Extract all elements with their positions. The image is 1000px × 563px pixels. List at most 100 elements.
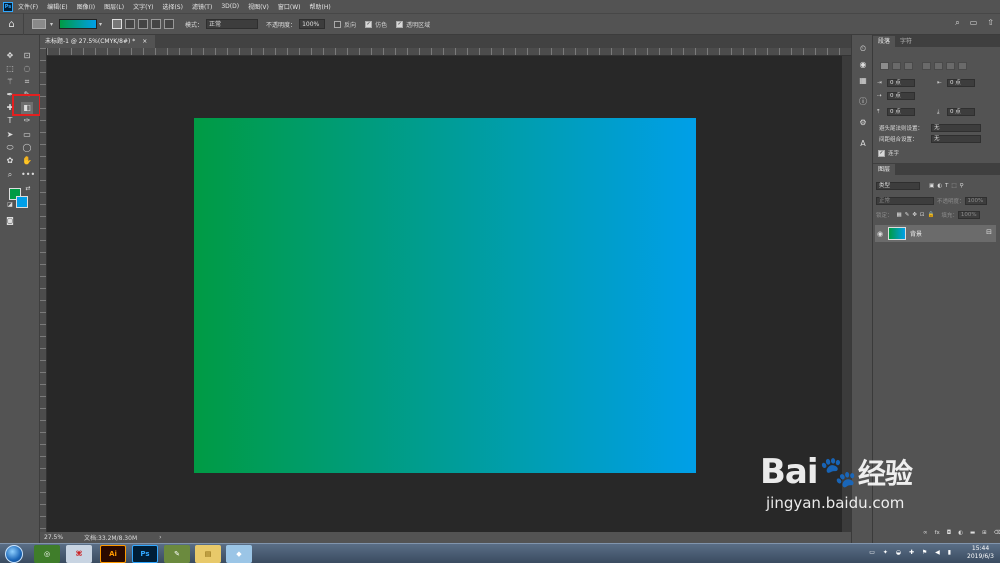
avoid-select[interactable]: 无 bbox=[931, 124, 981, 132]
lasso-tool-icon[interactable]: ◌ bbox=[21, 63, 33, 75]
artboard-tool-icon[interactable]: ⊡ bbox=[21, 50, 33, 62]
canvas-area[interactable] bbox=[47, 56, 842, 532]
illustrator-icon[interactable]: Ai bbox=[100, 545, 126, 563]
type-tool-icon[interactable]: T bbox=[4, 115, 16, 127]
pdf-icon[interactable]: ⌘ bbox=[66, 545, 92, 563]
folder-icon[interactable]: ▤ bbox=[195, 545, 221, 563]
space-after-input[interactable]: 0 点 bbox=[947, 108, 975, 116]
document-canvas[interactable] bbox=[194, 118, 696, 473]
browser-icon[interactable]: ◎ bbox=[34, 545, 60, 563]
indent-first-input[interactable]: 0 点 bbox=[887, 92, 915, 100]
blend-mode-select[interactable]: 正常 bbox=[876, 197, 934, 205]
zoom-tool-icon[interactable]: ⌕ bbox=[4, 169, 16, 181]
clock[interactable]: 15:44 2019/6/3 bbox=[967, 545, 994, 561]
opacity-input[interactable]: 100% bbox=[299, 19, 326, 29]
hand-tool-icon[interactable]: ✋ bbox=[21, 155, 33, 167]
rotate-view-tool-icon[interactable]: ◯ bbox=[21, 142, 33, 154]
layer-filter-select[interactable]: 类型 bbox=[876, 182, 920, 190]
more-tools-icon[interactable]: ••• bbox=[21, 169, 35, 181]
mode-select[interactable]: 正常 bbox=[206, 19, 259, 29]
status-arrow-icon[interactable]: › bbox=[159, 534, 161, 541]
gradient-picker[interactable] bbox=[59, 19, 98, 29]
reverse-checkbox[interactable] bbox=[334, 20, 342, 28]
move-tool-icon[interactable]: ✥ bbox=[4, 50, 16, 62]
menu-edit[interactable]: 编辑(E) bbox=[47, 2, 67, 11]
search-icon[interactable]: ⌕ bbox=[955, 18, 959, 28]
menu-window[interactable]: 窗口(W) bbox=[278, 2, 301, 11]
swap-colors-icon[interactable]: ⇄ bbox=[22, 183, 34, 195]
app-icon-2[interactable]: ◆ bbox=[226, 545, 252, 563]
tray-icons[interactable]: ▭ ✦ ◒ ✚ ⚑ ◀ ▮ bbox=[869, 549, 954, 556]
start-button[interactable] bbox=[5, 544, 23, 563]
properties-icon[interactable]: ⚙ bbox=[857, 117, 869, 129]
align-center-button[interactable] bbox=[892, 62, 901, 70]
new-layer-icon[interactable]: ⊞ bbox=[982, 530, 987, 536]
menu-image[interactable]: 图像(I) bbox=[77, 2, 95, 11]
indent-right-input[interactable]: 0 点 bbox=[947, 79, 975, 87]
justify-all-button[interactable] bbox=[958, 62, 967, 70]
menu-view[interactable]: 视图(V) bbox=[248, 2, 269, 11]
marquee-tool-icon[interactable]: ⬚ bbox=[4, 63, 16, 75]
default-colors-icon[interactable]: ◪ bbox=[4, 199, 16, 211]
layer-filter-icons[interactable]: ▣◐T⬚⚲ bbox=[929, 183, 967, 189]
character-icon[interactable]: A bbox=[857, 138, 869, 150]
indent-left-input[interactable]: 0 点 bbox=[887, 79, 915, 87]
photoshop-taskbar-icon[interactable]: Ps bbox=[132, 545, 158, 563]
history-icon[interactable]: ⏲ bbox=[857, 43, 869, 55]
justify-left-button[interactable] bbox=[922, 62, 931, 70]
path-select-tool-icon[interactable]: ➤ bbox=[4, 129, 16, 141]
color-icon[interactable]: ◉ bbox=[857, 59, 869, 71]
hyphenate-checkbox[interactable]: ✓ bbox=[878, 149, 885, 157]
layer-name[interactable]: 背景 bbox=[910, 229, 922, 238]
radial-gradient-button[interactable] bbox=[125, 19, 136, 29]
tool-preset-picker[interactable] bbox=[32, 19, 46, 29]
gradient-dropdown-icon[interactable]: ▾ bbox=[99, 21, 102, 28]
trash-icon[interactable]: ⌫ bbox=[994, 530, 1000, 536]
menu-layer[interactable]: 图层(L) bbox=[104, 2, 124, 11]
tab-document[interactable]: 未标题-1 @ 27.5%(CMYK/8#) * × bbox=[40, 35, 156, 48]
menu-filter[interactable]: 滤镜(T) bbox=[192, 2, 212, 11]
ellipse-tool-icon[interactable]: ⬭ bbox=[4, 142, 16, 154]
group-icon[interactable]: ▬ bbox=[970, 530, 975, 536]
linear-gradient-button[interactable] bbox=[112, 19, 123, 29]
menu-3d[interactable]: 3D(D) bbox=[221, 3, 239, 10]
align-right-button[interactable] bbox=[904, 62, 913, 70]
dither-checkbox[interactable]: ✓ bbox=[365, 20, 373, 28]
workspace-icon[interactable]: ▭ bbox=[970, 18, 978, 28]
layer-opacity-input[interactable]: 100% bbox=[964, 197, 987, 205]
background-color-swatch[interactable] bbox=[16, 196, 28, 208]
menu-file[interactable]: 文件(F) bbox=[18, 2, 38, 11]
lock-icons[interactable]: ▦✎✥⊡🔒 bbox=[897, 212, 938, 218]
justify-right-button[interactable] bbox=[946, 62, 955, 70]
rectangle-tool-icon[interactable]: ▭ bbox=[21, 129, 33, 141]
magic-wand-tool-icon[interactable]: ⚚ bbox=[4, 76, 16, 88]
quick-mask-icon[interactable]: ◙ bbox=[4, 215, 16, 227]
info-icon[interactable]: ⓘ bbox=[857, 96, 869, 108]
layer-row-background[interactable]: ◉ 背景 ⊟ bbox=[875, 225, 996, 242]
app-icon[interactable]: ✎ bbox=[164, 545, 190, 563]
angle-gradient-button[interactable] bbox=[138, 19, 149, 29]
zoom-level[interactable]: 27.5% bbox=[44, 534, 82, 541]
tab-paragraph[interactable]: 段落 bbox=[873, 36, 896, 47]
tab-character[interactable]: 字符 bbox=[895, 36, 917, 47]
doc-info[interactable]: 文档:33.2M/8.30M bbox=[84, 533, 137, 542]
fill-input[interactable]: 100% bbox=[957, 211, 980, 219]
spacing-select[interactable]: 无 bbox=[931, 135, 981, 143]
swatches-icon[interactable]: ▦ bbox=[857, 75, 869, 87]
crop-tool-icon[interactable]: ⌗ bbox=[21, 76, 33, 88]
align-left-button[interactable] bbox=[880, 62, 889, 70]
tab-layers[interactable]: 图层 bbox=[873, 164, 896, 175]
close-icon[interactable]: × bbox=[142, 38, 147, 45]
transparency-checkbox[interactable]: ✓ bbox=[396, 20, 404, 28]
space-before-input[interactable]: 0 点 bbox=[887, 108, 915, 116]
menu-help[interactable]: 帮助(H) bbox=[310, 2, 331, 11]
justify-center-button[interactable] bbox=[934, 62, 943, 70]
share-icon[interactable]: ⇧ bbox=[987, 18, 994, 28]
home-button[interactable]: ⌂ bbox=[0, 13, 24, 35]
pen-tool-icon[interactable]: ✑ bbox=[21, 115, 33, 127]
menu-type[interactable]: 文字(Y) bbox=[133, 2, 153, 11]
eye-icon[interactable]: ◉ bbox=[875, 230, 885, 238]
diamond-gradient-button[interactable] bbox=[164, 19, 175, 29]
reflected-gradient-button[interactable] bbox=[151, 19, 162, 29]
chevron-down-icon[interactable]: ▾ bbox=[50, 21, 53, 28]
